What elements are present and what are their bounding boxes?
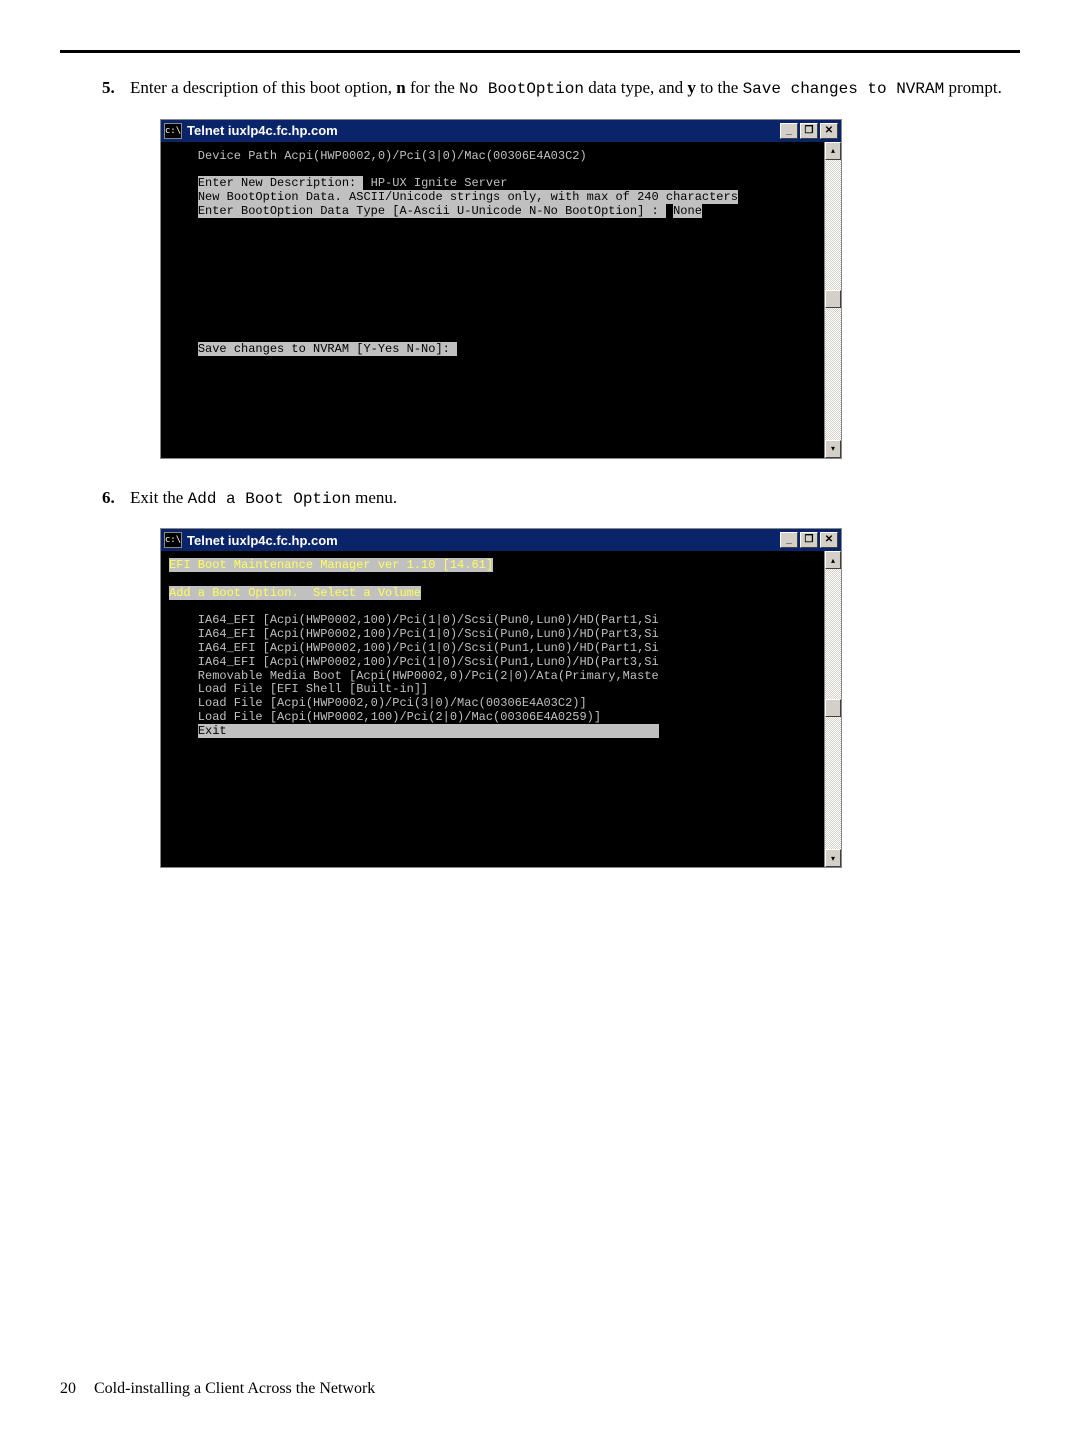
scroll-track[interactable] [825, 569, 841, 849]
step-6: 6.Exit the Add a Boot Option menu. [130, 487, 1020, 511]
titlebar-2: c:\ Telnet iuxlp4c.fc.hp.com _ ❐ ✕ [161, 529, 841, 551]
telnet-window-2: c:\ Telnet iuxlp4c.fc.hp.com _ ❐ ✕ EFI B… [160, 528, 842, 868]
minimize-button[interactable]: _ [780, 532, 798, 548]
top-rule [60, 50, 1020, 53]
cmd-icon: c:\ [164, 123, 182, 139]
window-title-2: Telnet iuxlp4c.fc.hp.com [187, 533, 780, 548]
step-6-num: 6. [102, 487, 130, 510]
window-title-1: Telnet iuxlp4c.fc.hp.com [187, 123, 780, 138]
close-button[interactable]: ✕ [820, 532, 838, 548]
minimize-button[interactable]: _ [780, 123, 798, 139]
scroll-thumb[interactable] [825, 699, 841, 717]
page-number: 20 [60, 1380, 76, 1397]
exit-menu-item: Exit [198, 724, 659, 738]
step-5: 5.Enter a description of this boot optio… [130, 77, 1020, 101]
scroll-track[interactable] [825, 160, 841, 440]
close-button[interactable]: ✕ [820, 123, 838, 139]
maximize-button[interactable]: ❐ [800, 532, 818, 548]
scroll-up-icon[interactable]: ▴ [825, 551, 841, 569]
scrollbar-2[interactable]: ▴ ▾ [824, 551, 841, 867]
cmd-icon: c:\ [164, 532, 182, 548]
add-boot-option-header: Add a Boot Option. Select a Volume [169, 586, 421, 600]
scroll-thumb[interactable] [825, 290, 841, 308]
terminal-1: Device Path Acpi(HWP0002,0)/Pci(3|0)/Mac… [161, 142, 824, 458]
efi-header: EFI Boot Maintenance Manager ver 1.10 [1… [169, 558, 493, 572]
telnet-window-1: c:\ Telnet iuxlp4c.fc.hp.com _ ❐ ✕ Devic… [160, 119, 842, 459]
scroll-up-icon[interactable]: ▴ [825, 142, 841, 160]
maximize-button[interactable]: ❐ [800, 123, 818, 139]
footer-text: Cold-installing a Client Across the Netw… [94, 1380, 375, 1397]
step-5-num: 5. [102, 77, 130, 100]
scrollbar-1[interactable]: ▴ ▾ [824, 142, 841, 458]
scroll-down-icon[interactable]: ▾ [825, 440, 841, 458]
page-footer: 20 Cold-installing a Client Across the Ne… [60, 1380, 375, 1398]
scroll-down-icon[interactable]: ▾ [825, 849, 841, 867]
titlebar-1: c:\ Telnet iuxlp4c.fc.hp.com _ ❐ ✕ [161, 120, 841, 142]
terminal-2: EFI Boot Maintenance Manager ver 1.10 [1… [161, 551, 824, 867]
